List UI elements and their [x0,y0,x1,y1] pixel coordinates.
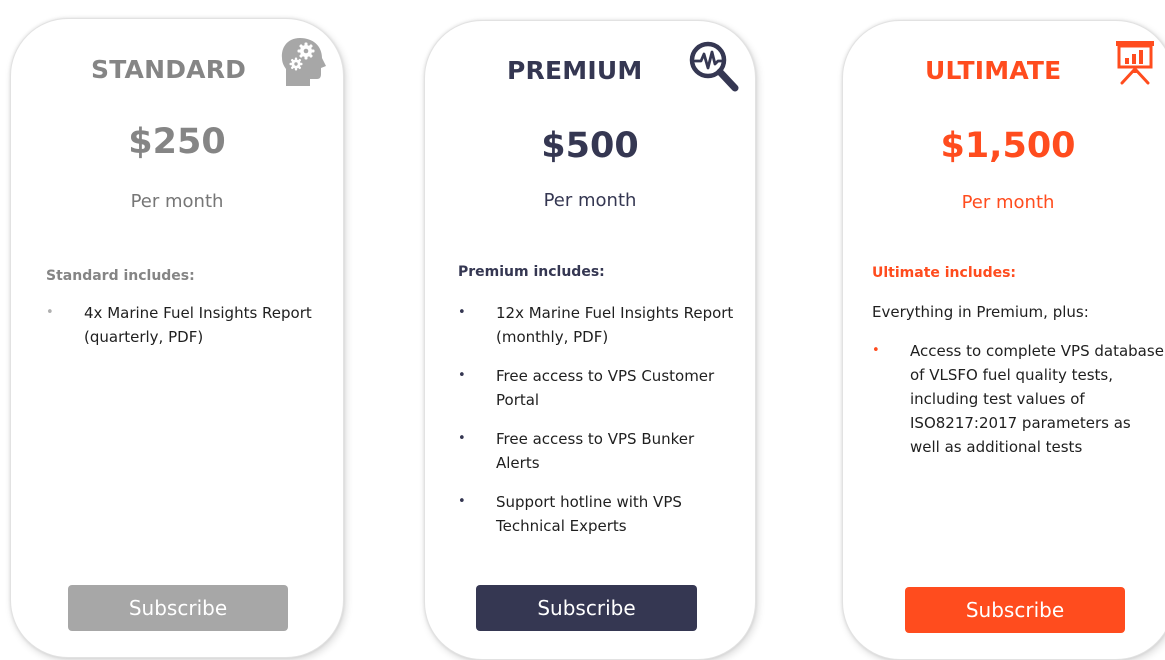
plan-title: STANDARD [91,55,247,84]
plan-card-premium: PREMIUM $500 Per month Premium includes:… [424,20,756,660]
list-item: • Support hotline with VPS Technical Exp… [458,490,738,538]
includes-intro: Everything in Premium, plus: [872,303,1089,321]
list-item: • Free access to VPS Bunker Alerts [458,427,738,475]
includes-heading: Premium includes: [458,264,605,280]
subscribe-button-ultimate[interactable]: Subscribe [905,587,1125,633]
brain-gears-icon [276,34,332,94]
feature-text: Free access to VPS Bunker Alerts [496,430,695,472]
bullet: • [458,305,466,320]
includes-heading: Ultimate includes: [872,265,1017,281]
list-item: • 12x Marine Fuel Insights Report (month… [458,301,738,349]
plan-card-standard: STANDARD $250 Per month Standard include… [10,18,344,658]
plan-title: PREMIUM [507,56,643,85]
feature-text: 12x Marine Fuel Insights Report (monthly… [496,304,734,346]
feature-list: • Access to complete VPS database of VLS… [872,339,1164,475]
list-item: • Free access to VPS Customer Portal [458,364,738,412]
list-item: • 4x Marine Fuel Insights Report (quarte… [46,301,326,349]
presentation-chart-icon [1113,39,1157,89]
plan-title: ULTIMATE [925,56,1062,85]
plan-period: Per month [961,192,1055,213]
feature-list: • 4x Marine Fuel Insights Report (quarte… [46,301,326,365]
plan-price: $1,500 [940,126,1076,166]
plan-price: $500 [541,126,639,166]
bullet: • [458,431,466,446]
bullet: • [458,368,466,383]
includes-heading: Standard includes: [46,268,195,284]
subscribe-button-premium[interactable]: Subscribe [476,585,697,631]
plan-card-ultimate: ULTIMATE $1,500 Per month Ultimate inclu… [842,20,1165,660]
plan-period: Per month [130,191,224,212]
magnifier-pulse-icon [687,39,741,99]
plan-price: $250 [128,122,226,162]
subscribe-button-standard[interactable]: Subscribe [68,585,288,631]
feature-text: 4x Marine Fuel Insights Report (quarterl… [84,304,312,346]
feature-text: Free access to VPS Customer Portal [496,367,715,409]
feature-text: Access to complete VPS database of VLSFO… [910,342,1164,456]
list-item: • Access to complete VPS database of VLS… [872,339,1164,459]
bullet: • [458,494,466,509]
bullet: • [46,305,54,320]
feature-text: Support hotline with VPS Technical Exper… [496,493,682,535]
bullet: • [872,343,880,358]
feature-list: • 12x Marine Fuel Insights Report (month… [458,301,738,553]
plan-period: Per month [543,190,637,211]
